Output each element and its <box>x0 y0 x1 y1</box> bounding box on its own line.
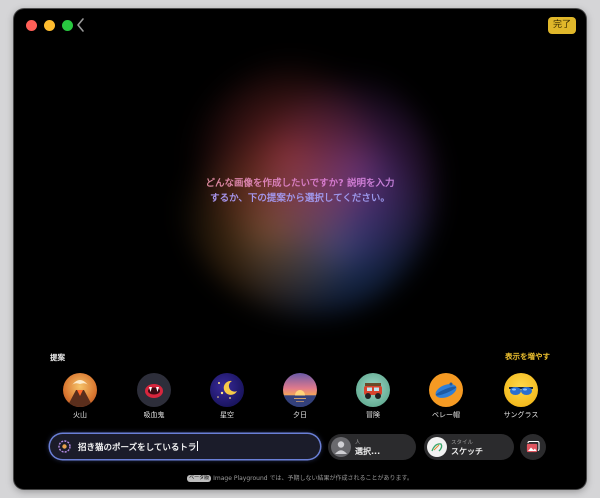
window-controls <box>26 20 73 31</box>
person-selector-caption: 人 <box>355 440 361 446</box>
sketch-style-icon <box>427 437 447 457</box>
back-chevron-icon[interactable] <box>74 17 88 33</box>
beret-icon <box>429 373 463 407</box>
volcano-icon <box>63 373 97 407</box>
vampire-icon <box>137 373 171 407</box>
suggestion-label: 火山 <box>73 411 87 419</box>
suggestion-label: 冒険 <box>366 411 380 419</box>
style-selector-caption: スタイル <box>451 440 474 446</box>
person-selector[interactable]: 人 選択... <box>328 434 416 460</box>
prompt-input[interactable]: 招き猫のポーズをしているトラ <box>50 434 320 459</box>
sunglasses-icon <box>504 373 538 407</box>
image-playground-icon <box>58 440 71 453</box>
disclaimer-text: Image Playground では、予期しない結果が作成されることがあります… <box>213 475 413 482</box>
text-caret <box>197 441 199 451</box>
suggestion-vampire[interactable]: 吸血鬼 <box>134 373 174 420</box>
prompt-line-2: するか、下の提案から選択してください。 <box>14 191 586 206</box>
suggestion-label: 吸血鬼 <box>143 411 165 419</box>
suggestion-label: ベレー帽 <box>432 411 460 419</box>
starry-sky-icon <box>210 373 244 407</box>
image-playground-window: 完了 どんな画像を作成したいですか? 説明を入力 するか、下の提案から選択してく… <box>14 9 586 489</box>
add-image-button[interactable] <box>520 434 546 460</box>
suggestion-row: 火山 吸血鬼 星空 夕日 冒険 ベレー帽 サングラス <box>14 373 586 423</box>
minimize-window-button[interactable] <box>44 20 55 31</box>
prompt-input-text: 招き猫のポーズをしているトラ <box>78 441 199 453</box>
person-avatar-icon <box>331 437 351 457</box>
suggestion-adventure[interactable]: 冒険 <box>353 373 393 420</box>
empty-state-prompt: どんな画像を作成したいですか? 説明を入力 するか、下の提案から選択してください… <box>14 176 586 206</box>
suggestion-beret[interactable]: ベレー帽 <box>426 373 466 420</box>
beta-disclaimer: ベータ版 Image Playground では、予期しない結果が作成されることが… <box>14 473 586 482</box>
prompt-line-1: どんな画像を作成したいですか? 説明を入力 <box>14 176 586 191</box>
suggestion-label: 星空 <box>220 411 234 419</box>
person-selector-value: 選択... <box>355 447 381 456</box>
sunset-icon <box>283 373 317 407</box>
zoom-window-button[interactable] <box>62 20 73 31</box>
style-selector[interactable]: スタイル スケッチ <box>424 434 514 460</box>
style-selector-value: スケッチ <box>451 447 483 456</box>
beta-badge: ベータ版 <box>187 475 212 482</box>
suggestion-starry-sky[interactable]: 星空 <box>207 373 247 420</box>
suggestion-label: 夕日 <box>293 411 307 419</box>
show-more-link[interactable]: 表示を増やす <box>505 351 550 362</box>
done-button[interactable]: 完了 <box>547 17 576 34</box>
suggestion-label: サングラス <box>503 411 539 419</box>
suggestion-volcano[interactable]: 火山 <box>60 373 100 420</box>
close-window-button[interactable] <box>26 20 37 31</box>
adventure-vehicle-icon <box>356 373 390 407</box>
photo-library-icon <box>526 440 540 453</box>
suggestion-sunset[interactable]: 夕日 <box>280 373 320 420</box>
suggestions-heading: 提案 <box>50 353 65 362</box>
suggestion-sunglasses[interactable]: サングラス <box>501 373 541 420</box>
